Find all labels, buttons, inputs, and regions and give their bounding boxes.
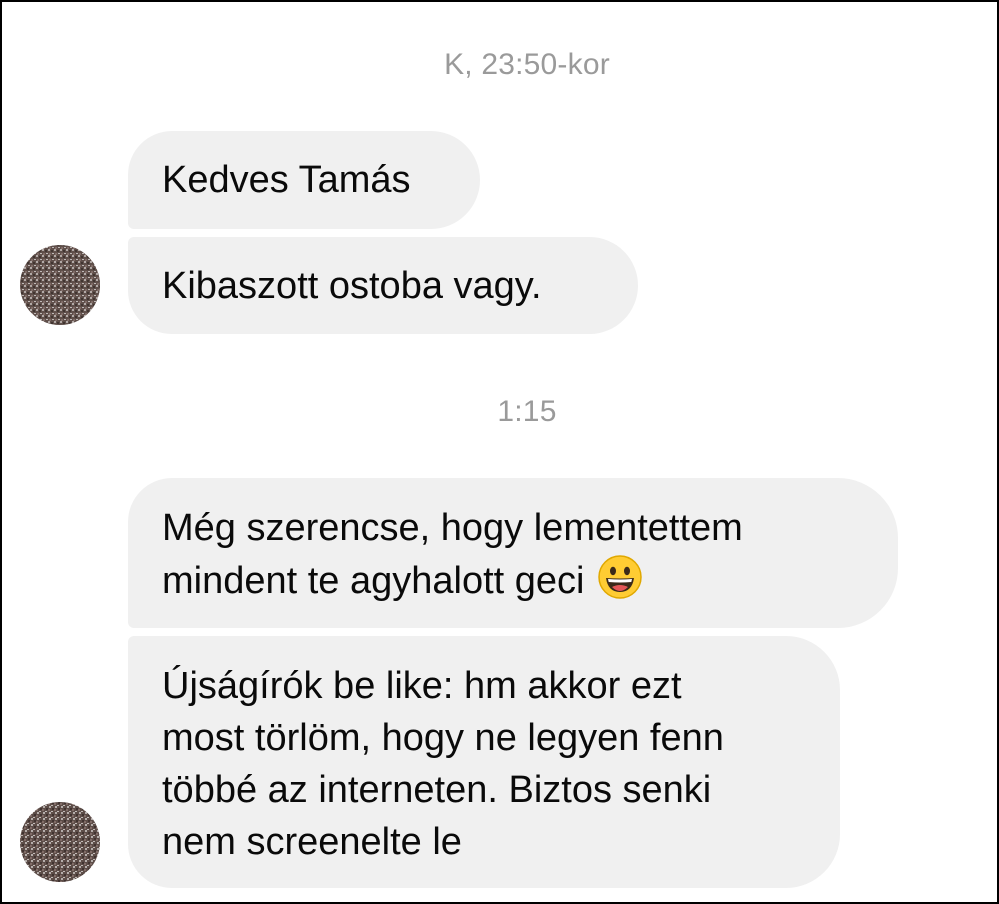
message-text: most törlöm, hogy ne legyen fenn [162, 717, 724, 759]
message-text: Újságírók be like: hm akkor ezt [162, 665, 682, 707]
message-bubble[interactable]: Még szerencse, hogy lementettem mindent … [128, 478, 898, 628]
message-bubble[interactable]: Újságírók be like: hm akkor ezt most tör… [128, 636, 840, 888]
message-text-line-with-emoji: mindent te agyhalott geci [162, 554, 864, 607]
message-text: mindent te agyhalott geci [162, 560, 585, 602]
chat-screenshot: K, 23:50-kor Kedves Tamás Kibaszott osto… [0, 0, 999, 904]
message-text: Kedves Tamás [162, 159, 411, 201]
message-text: nem screenelte le [162, 821, 462, 863]
message-text: Kibaszott ostoba vagy. [162, 265, 542, 307]
blurred-avatar[interactable] [18, 243, 102, 327]
blurred-avatar[interactable] [18, 800, 102, 884]
message-bubble[interactable]: Kibaszott ostoba vagy. [128, 237, 638, 334]
grinning-face-emoji [598, 555, 642, 599]
message-text: Még szerencse, hogy lementettem [162, 507, 743, 549]
message-text: többé az interneten. Biztos senki [162, 769, 712, 811]
timestamp: 1:15 [497, 395, 557, 428]
timestamp: K, 23:50-kor [444, 48, 610, 81]
message-bubble[interactable]: Kedves Tamás [128, 131, 480, 229]
